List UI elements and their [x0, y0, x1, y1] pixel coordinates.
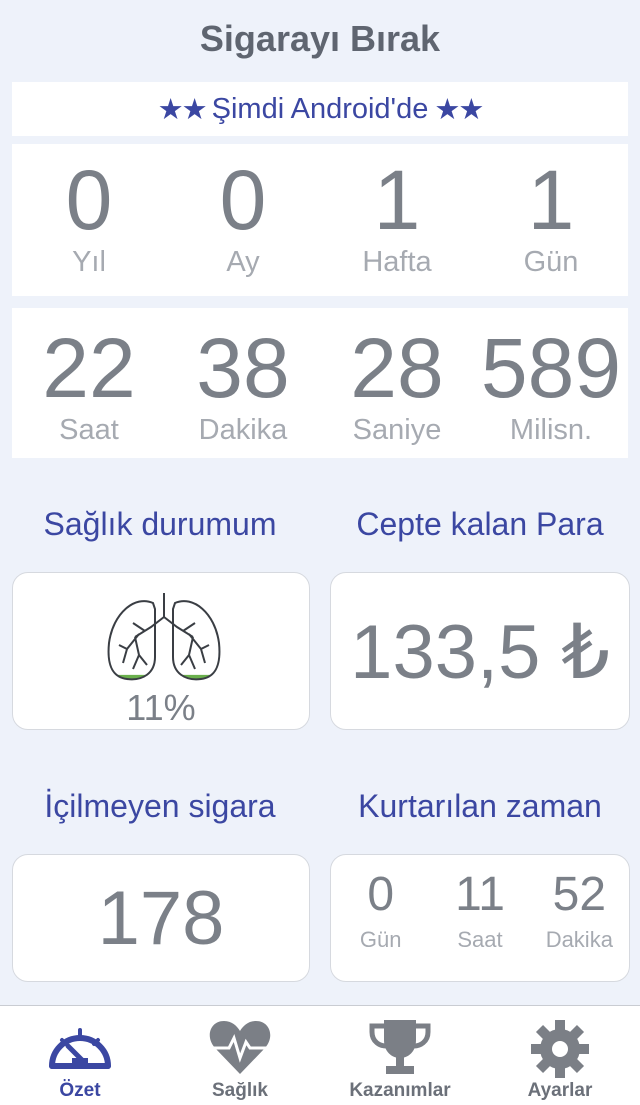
counter-cell-weeks: 1 Hafta [320, 144, 474, 296]
elapsed-counter-row-2: 22 Saat 38 Dakika 28 Saniye 589 Milisn. [12, 308, 628, 458]
money-card[interactable]: 133,5 ₺ [330, 572, 630, 730]
counter-value: 28 [350, 321, 444, 415]
counter-label: Dakika [198, 414, 288, 446]
counter-label: Milisn. [509, 414, 593, 446]
counter-cell-years: 0 Yıl [12, 144, 166, 296]
time-saved-days: 0 Gün [331, 855, 430, 981]
time-saved-value: 52 [552, 868, 607, 921]
counter-value: 38 [196, 321, 290, 415]
elapsed-counter-row-1: 0 Yıl 0 Ay 1 Hafta 1 Gün [12, 144, 628, 296]
counter-value: 0 [219, 153, 267, 247]
cigarettes-title: İçilmeyen sigara [44, 788, 276, 824]
counter-cell-milliseconds: 589 Milisn. [474, 308, 628, 458]
tab-health[interactable]: Sağlık [160, 1006, 320, 1105]
counter-value: 22 [42, 321, 136, 415]
time-saved-unit: Gün [359, 927, 402, 952]
cigarettes-value: 178 [97, 875, 225, 961]
heart-pulse-icon [207, 1018, 273, 1081]
counter-label: Gün [523, 246, 579, 278]
counter-value: 1 [527, 153, 575, 247]
health-card[interactable]: 11% [12, 572, 310, 730]
speedometer-icon [46, 1018, 114, 1079]
time-saved-value: 0 [367, 868, 395, 921]
counter-cell-days: 1 Gün [474, 144, 628, 296]
android-banner[interactable]: ★★ Şimdi Android'de ★★ [12, 82, 628, 136]
money-value: 133,5 ₺ [350, 609, 610, 695]
health-percent: 11% [126, 687, 196, 728]
counter-cell-minutes: 38 Dakika [166, 308, 320, 458]
time-saved-hours: 11 Saat [430, 855, 529, 981]
counter-cell-seconds: 28 Saniye [320, 308, 474, 458]
counter-label: Saniye [352, 414, 442, 446]
time-saved-title: Kurtarılan zaman [358, 788, 602, 824]
counter-value: 0 [65, 153, 113, 247]
tab-settings[interactable]: Ayarlar [480, 1006, 640, 1105]
counter-value: 1 [373, 153, 421, 247]
counter-cell-hours: 22 Saat [12, 308, 166, 458]
time-saved-card[interactable]: 0 Gün 11 Saat 52 Dakika [330, 854, 630, 982]
time-saved-minutes: 52 Dakika [530, 855, 629, 981]
counter-label: Hafta [362, 246, 432, 278]
tab-label: Sağlık [212, 1080, 268, 1101]
app-title: Sigarayı Bırak [199, 18, 441, 59]
trophy-icon [368, 1018, 432, 1081]
counter-value: 589 [480, 321, 622, 415]
cigarettes-card[interactable]: 178 [12, 854, 310, 982]
counter-label: Ay [226, 246, 260, 278]
tab-summary[interactable]: Özet [0, 1006, 160, 1105]
tab-achievements[interactable]: Kazanımlar [320, 1006, 480, 1105]
banner-text: Şimdi Android'de [211, 92, 429, 125]
tab-label: Kazanımlar [349, 1080, 451, 1101]
money-title: Cepte kalan Para [356, 506, 604, 542]
counter-label: Saat [59, 414, 119, 446]
tab-label: Özet [59, 1080, 101, 1101]
time-saved-value: 11 [455, 868, 505, 921]
banner-stars-left: ★★ [157, 93, 208, 126]
gear-icon [529, 1018, 591, 1085]
time-saved-unit: Dakika [545, 927, 613, 952]
tab-label: Ayarlar [527, 1080, 593, 1101]
lungs-icon [105, 593, 223, 685]
counter-cell-months: 0 Ay [166, 144, 320, 296]
time-saved-unit: Saat [457, 927, 503, 952]
banner-stars-right: ★★ [434, 93, 484, 126]
tab-bar: Özet Sağlık Kazanımlar Ayarlar [0, 1005, 640, 1105]
counter-label: Yıl [72, 246, 106, 278]
health-title: Sağlık durumum [43, 506, 277, 542]
